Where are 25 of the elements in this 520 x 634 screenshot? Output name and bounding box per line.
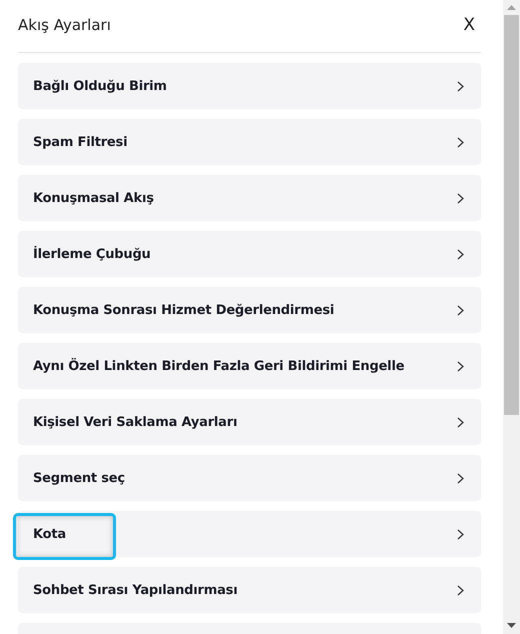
chevron-right-icon bbox=[457, 80, 464, 92]
chevron-right-icon bbox=[457, 304, 464, 316]
scroll-down-icon[interactable] bbox=[507, 623, 516, 629]
settings-row[interactable]: Bağlı Olduğu Birim bbox=[18, 63, 481, 109]
chevron-right-icon bbox=[457, 248, 464, 260]
settings-row[interactable]: Sohbet Sırası Yapılandırması bbox=[18, 567, 481, 613]
scrollbar[interactable] bbox=[503, 0, 520, 634]
settings-row[interactable]: Aynı Özel Linkten Birden Fazla Geri Bildirimi Engelle bbox=[18, 343, 481, 389]
chevron-right-icon bbox=[457, 472, 464, 484]
settings-row[interactable]: Kişisel Veri Saklama Ayarları bbox=[18, 399, 481, 445]
chevron-right-icon bbox=[457, 584, 464, 596]
chevron-right-icon bbox=[457, 416, 464, 428]
settings-row[interactable]: İlerleme Çubuğu bbox=[18, 231, 481, 277]
scroll-up-icon[interactable] bbox=[507, 5, 516, 11]
chevron-right-icon bbox=[457, 360, 464, 372]
settings-row[interactable]: Konuşma Sonrası Hizmet Değerlendirmesi bbox=[18, 287, 481, 333]
chevron-right-icon bbox=[457, 528, 464, 540]
close-button[interactable]: X bbox=[463, 15, 481, 35]
settings-row[interactable]: Segment seç bbox=[18, 455, 481, 501]
settings-row[interactable]: Konuşmasal Akış bbox=[18, 175, 481, 221]
chevron-right-icon bbox=[457, 136, 464, 148]
chevron-right-icon bbox=[457, 192, 464, 204]
scrollbar-thumb[interactable] bbox=[504, 15, 519, 415]
settings-row[interactable]: Spam Filtresi bbox=[18, 119, 481, 165]
panel-title: Akış Ayarları bbox=[18, 16, 111, 34]
